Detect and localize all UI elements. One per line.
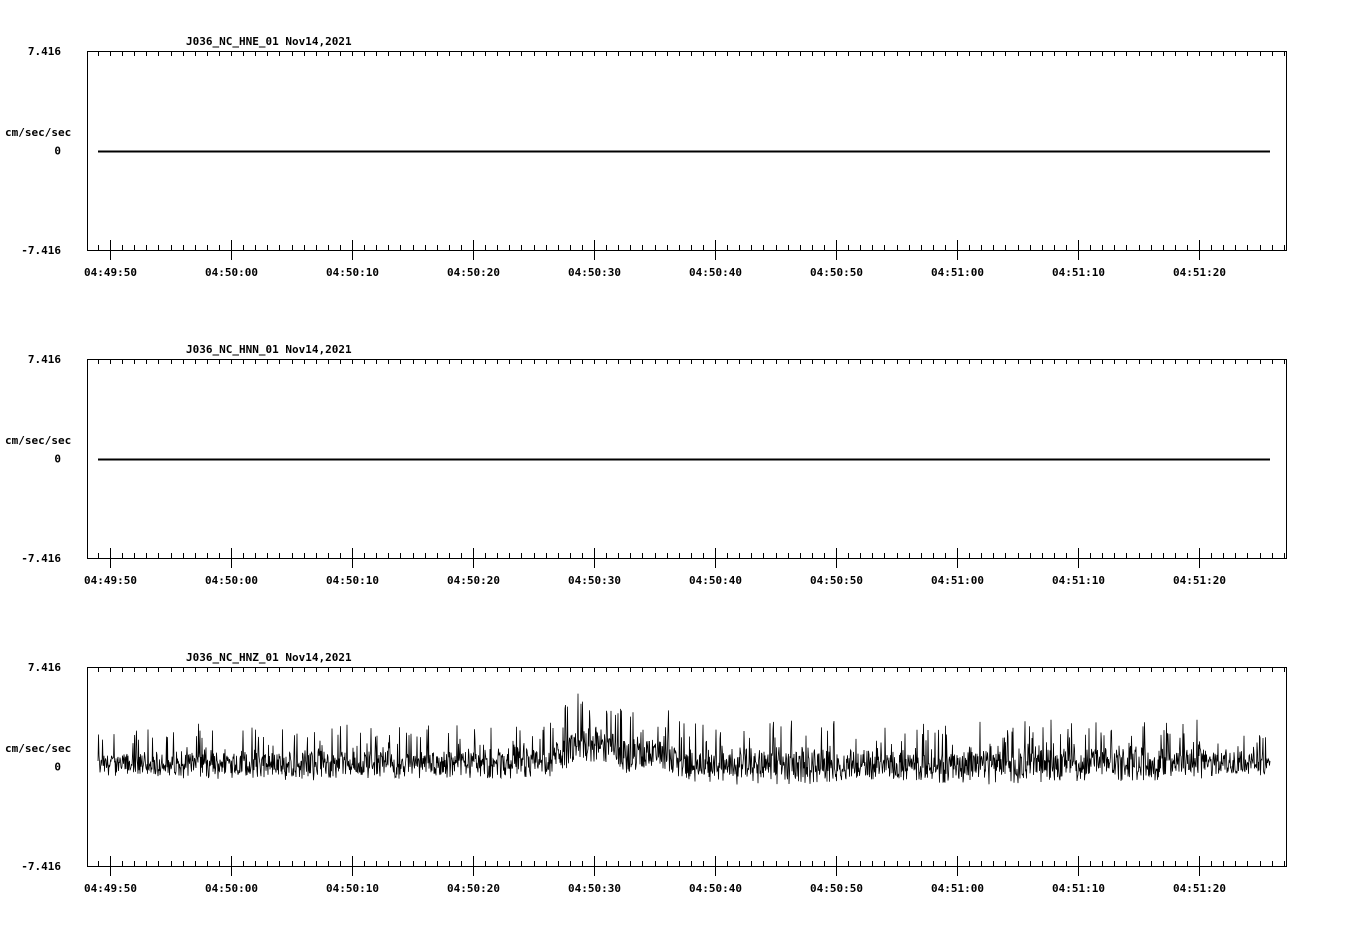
y-tick-label: 0: [54, 145, 61, 158]
seismogram-page: J036_NC_HNE_01 Nov14,2021 7.416 0 -7.416 cm/…: [0, 0, 1358, 924]
x-tick-label: 04:50:50: [810, 266, 863, 279]
plot-title: J036_NC_HNZ_01 Nov14,2021: [186, 651, 352, 664]
x-tick-label: 04:51:20: [1173, 882, 1226, 895]
y-tick-label: 0: [54, 761, 61, 774]
x-tick-label: 04:50:20: [447, 574, 500, 587]
x-tick-label: 04:51:00: [931, 266, 984, 279]
seismogram-figure: J036_NC_HNE_01 Nov14,2021 7.416 0 -7.416 cm/…: [5, 35, 1287, 895]
x-tick-label: 04:50:30: [568, 574, 621, 587]
x-tick-label: 04:49:50: [84, 266, 137, 279]
y-axis-label: cm/sec/sec: [5, 126, 71, 139]
plot-title: J036_NC_HNE_01 Nov14,2021: [186, 35, 352, 48]
y-axis-label: cm/sec/sec: [5, 742, 71, 755]
x-tick-label: 04:50:10: [326, 266, 379, 279]
x-tick-label: 04:50:20: [447, 882, 500, 895]
y-tick-label: 7.416: [28, 353, 61, 366]
y-tick-label: 7.416: [28, 661, 61, 674]
x-tick-label: 04:49:50: [84, 574, 137, 587]
x-tick-label: 04:51:20: [1173, 266, 1226, 279]
x-tick-label: 04:50:10: [326, 574, 379, 587]
y-tick-label: 7.416: [28, 45, 61, 58]
x-tick-label: 04:51:10: [1052, 266, 1105, 279]
x-tick-label: 04:50:20: [447, 266, 500, 279]
seismic-trace: [97, 693, 1271, 785]
x-tick-label: 04:50:00: [205, 266, 258, 279]
x-tick-label: 04:51:00: [931, 574, 984, 587]
x-tick-label: 04:51:20: [1173, 574, 1226, 587]
x-tick-label: 04:50:50: [810, 882, 863, 895]
y-tick-label: 0: [54, 453, 61, 466]
y-tick-label: -7.416: [21, 244, 61, 257]
x-tick-label: 04:51:10: [1052, 882, 1105, 895]
x-tick-label: 04:50:00: [205, 574, 258, 587]
x-tick-label: 04:50:50: [810, 574, 863, 587]
x-tick-label: 04:50:30: [568, 266, 621, 279]
x-tick-label: 04:50:40: [689, 574, 742, 587]
x-tick-label: 04:50:40: [689, 882, 742, 895]
x-tick-label: 04:50:40: [689, 266, 742, 279]
y-tick-label: -7.416: [21, 552, 61, 565]
x-tick-label: 04:51:10: [1052, 574, 1105, 587]
x-tick-label: 04:50:00: [205, 882, 258, 895]
plot-title: J036_NC_HNN_01 Nov14,2021: [186, 343, 352, 356]
x-tick-label: 04:49:50: [84, 882, 137, 895]
x-tick-label: 04:51:00: [931, 882, 984, 895]
x-tick-label: 04:50:30: [568, 882, 621, 895]
y-axis-label: cm/sec/sec: [5, 434, 71, 447]
x-tick-label: 04:50:10: [326, 882, 379, 895]
y-tick-label: -7.416: [21, 860, 61, 873]
